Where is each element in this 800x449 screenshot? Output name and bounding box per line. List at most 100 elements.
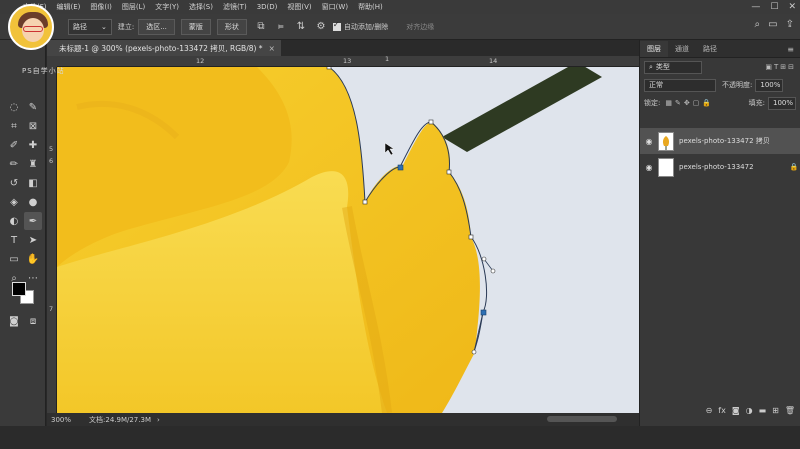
anchor-point[interactable] [446,169,452,175]
anchor-point[interactable] [468,234,474,240]
quick-select-tool-icon[interactable]: ✎ [24,98,42,116]
mask-button[interactable]: 蒙版 [180,18,211,35]
crop-tool-icon[interactable]: ⌗ [5,117,23,135]
menu-item[interactable]: 滤镜(T) [218,2,252,12]
filter-icons[interactable]: ▣T⊞⊟ [765,63,796,71]
menu-item[interactable]: 图像(I) [85,2,117,12]
new-layer-icon[interactable]: ⊞ [772,406,779,415]
eraser-tool-icon[interactable]: ◧ [24,174,42,192]
handle-point[interactable] [471,349,477,355]
menu-item[interactable]: 选择(S) [184,2,218,12]
menu-item[interactable]: 帮助(H) [353,2,388,12]
rectangle-tool-icon[interactable]: ▭ [5,250,23,268]
blend-row: 正常 不透明度: 100% [640,76,800,94]
tab-layers[interactable]: 图层 [640,41,668,57]
menu-item[interactable]: 3D(D) [252,3,283,11]
selection-button[interactable]: 选区... [138,18,175,35]
link-layers-icon[interactable]: ⊖ [706,406,713,415]
close-icon[interactable]: ✕ [788,2,796,12]
search-icon[interactable]: ⌕ [755,19,761,30]
flower-thumbnail [662,135,670,150]
anchor-point-selected[interactable] [480,309,487,316]
path-selection-tool-icon[interactable]: ➤ [24,231,42,249]
canvas-artwork [57,67,639,413]
ruler-h-label: 1 [385,55,390,63]
screen-mode-icon[interactable]: ⧈ [24,312,42,330]
path-alignment-icon[interactable]: ⫢ [273,19,289,35]
layer-row[interactable]: ◉ pexels-photo-133472 拷贝 [640,128,800,154]
add-mask-icon[interactable]: ◙ [732,406,740,415]
quick-mask-icon[interactable]: ◙ [5,312,23,330]
menu-item[interactable]: 视图(V) [282,2,316,12]
blend-mode-select[interactable]: 正常 [644,78,716,92]
shape-button[interactable]: 形状 [216,18,247,35]
layer-filter-select[interactable]: ⌕ 类型 [644,60,702,74]
dodge-tool-icon[interactable]: ◐ [5,212,23,230]
gear-icon[interactable]: ⚙ [313,19,329,35]
frame-tool-icon[interactable]: ⊠ [24,117,42,135]
mode-select[interactable]: 路径 ⌄ [68,18,112,35]
anchor-point[interactable] [326,67,332,70]
ruler-h-label: 14 [489,57,498,65]
opacity-field[interactable]: 100% [755,78,784,92]
tab-paths[interactable]: 路径 [696,41,724,57]
document-tab[interactable]: 未标题-1 @ 300% (pexels-photo-133472 拷贝, RG… [47,40,281,56]
blur-tool-icon[interactable]: ● [24,193,42,211]
handle-point[interactable] [490,268,496,274]
menu-item[interactable]: 编辑(E) [52,2,86,12]
share-icon[interactable]: ⇪ [786,19,794,30]
lasso-tool-icon[interactable]: ◌ [5,98,23,116]
brand-text: PS自学小站 [22,67,65,75]
anchor-point-selected[interactable] [397,164,404,171]
eye-icon[interactable]: ◉ [640,163,658,172]
pen-tool-icon[interactable]: ✒ [24,212,42,230]
path-operations-icon[interactable]: ⧉ [253,19,269,35]
ruler-v-label: 5 [49,145,54,153]
healing-brush-tool-icon[interactable]: ✚ [24,136,42,154]
options-bar: 路径 ⌄ 建立: 选区... 蒙版 形状 ⧉ ⫢ ⇅ ⚙ 自动添加/删除 对齐边缘… [0,14,800,40]
fx-icon[interactable]: fx [718,406,726,415]
layer-filter-row: ⌕ 类型 ▣T⊞⊟ [640,58,800,76]
eyedropper-tool-icon[interactable]: ✐ [5,136,23,154]
close-icon[interactable]: × [269,44,275,53]
layer-row[interactable]: ◉ pexels-photo-133472 🔒 [640,154,800,180]
menu-item[interactable]: 窗口(W) [317,2,353,12]
menu-item[interactable]: 图层(L) [117,2,150,12]
fill-field[interactable]: 100% [768,96,796,110]
layer-thumbnail [658,131,674,151]
anchor-point[interactable] [428,119,434,125]
horizontal-scrollbar[interactable] [547,416,617,422]
adjustment-layer-icon[interactable]: ◑ [746,406,753,415]
brush-tool-icon[interactable]: ✏ [5,155,23,173]
type-tool-icon[interactable]: T [5,231,23,249]
auto-add-delete-checkbox[interactable] [332,20,341,31]
panel-menu-icon[interactable]: ≡ [781,42,800,57]
zoom-level[interactable]: 300% [47,416,75,424]
window-controls: — ☐ ✕ [751,0,796,14]
anchor-point[interactable] [362,199,368,205]
blend-mode-value: 正常 [649,81,663,89]
maximize-icon[interactable]: ☐ [770,2,778,12]
clone-stamp-tool-icon[interactable]: ♜ [24,155,42,173]
more-tools-icon[interactable]: ⋯ [24,269,42,287]
layer-name: pexels-photo-133472 [679,163,754,171]
document-canvas[interactable] [57,67,639,413]
handle-point[interactable] [481,256,487,262]
workspace-icon[interactable]: ▭ [768,19,777,30]
trash-icon[interactable]: 🗑 [785,406,795,415]
path-arrangement-icon[interactable]: ⇅ [293,19,309,35]
history-brush-tool-icon[interactable]: ↺ [5,174,23,192]
hand-tool-icon[interactable]: ✋ [24,250,42,268]
foreground-color-swatch[interactable] [12,282,26,296]
group-icon[interactable]: ▬ [759,406,767,415]
eye-icon[interactable]: ◉ [640,137,658,146]
bottom-area [0,426,800,449]
document-size: 文档:24.9M/27.3M [89,415,151,424]
chevron-right-icon[interactable]: › [157,416,160,424]
minimize-icon[interactable]: — [751,2,760,12]
menu-item[interactable]: 文字(Y) [150,2,184,12]
lock-icons[interactable]: ▦✎✥▢🔒 [665,99,714,107]
tab-channels[interactable]: 通道 [668,41,696,57]
opacity-value: 100% [760,81,781,89]
paint-bucket-tool-icon[interactable]: ◈ [5,193,23,211]
